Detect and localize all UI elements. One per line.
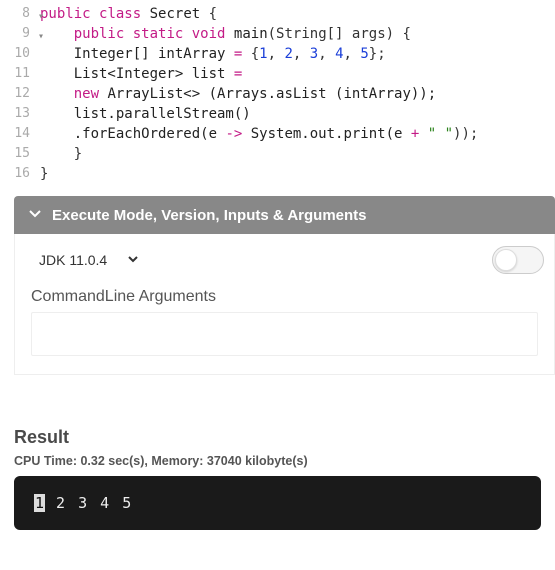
code-editor[interactable]: 8▾ public class Secret { 9▾ public stati… xyxy=(0,0,555,196)
code-line: 14 .forEachOrdered(e -> System.out.print… xyxy=(0,124,555,144)
line-number: 10 xyxy=(0,44,40,64)
line-number: 14 xyxy=(0,124,40,144)
line-number: 11 xyxy=(0,64,40,84)
jdk-version-select[interactable]: JDK 11.0.4 xyxy=(31,248,147,272)
line-number: 12 xyxy=(0,84,40,104)
line-number: 9▾ xyxy=(0,24,40,44)
code-line: 9▾ public static void main(String[] args… xyxy=(0,24,555,44)
line-number: 15 xyxy=(0,144,40,164)
panel-title: Execute Mode, Version, Inputs & Argument… xyxy=(52,207,367,224)
code-line: 11 List<Integer> list = xyxy=(0,64,555,84)
output-text: 2 3 4 5 xyxy=(45,494,133,512)
code-line: 8▾ public class Secret { xyxy=(0,4,555,24)
chevron-down-icon xyxy=(28,206,42,224)
version-label: JDK 11.0.4 xyxy=(39,252,107,268)
code-line: 16 } xyxy=(0,164,555,184)
console-output[interactable]: 1 2 3 4 5 xyxy=(14,476,541,530)
line-number: 8▾ xyxy=(0,4,40,24)
result-meta: CPU Time: 0.32 sec(s), Memory: 37040 kil… xyxy=(14,454,541,468)
code-line: 15 } xyxy=(0,144,555,164)
cmdline-label: CommandLine Arguments xyxy=(31,288,538,306)
chevron-down-icon xyxy=(127,253,139,268)
line-number: 16 xyxy=(0,164,40,184)
toggle-knob xyxy=(495,249,517,271)
interactive-toggle[interactable] xyxy=(492,246,544,274)
code-line: 12 new ArrayList<> (Arrays.asList (intAr… xyxy=(0,84,555,104)
cmdline-input[interactable] xyxy=(31,312,538,356)
code-line: 10 Integer[] intArray = {1, 2, 3, 4, 5}; xyxy=(0,44,555,64)
result-title: Result xyxy=(14,427,541,448)
line-number: 13 xyxy=(0,104,40,124)
execute-panel-body: JDK 11.0.4 CommandLine Arguments xyxy=(14,234,555,375)
execute-panel-header[interactable]: Execute Mode, Version, Inputs & Argument… xyxy=(14,196,555,234)
code-line: 13 list.parallelStream() xyxy=(0,104,555,124)
result-section: Result CPU Time: 0.32 sec(s), Memory: 37… xyxy=(14,427,541,530)
cursor: 1 xyxy=(34,494,45,512)
